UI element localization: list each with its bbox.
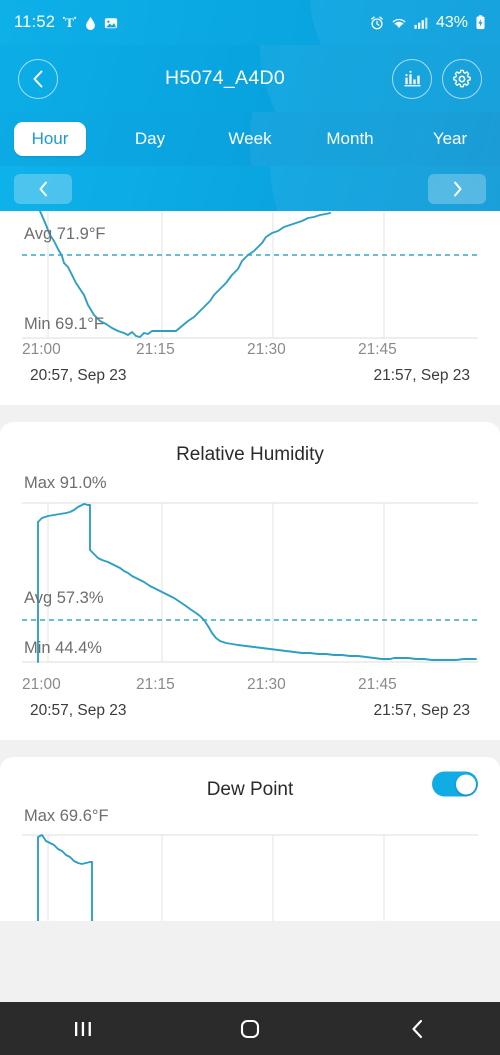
humidity-card-title: Relative Humidity [176, 444, 324, 465]
temperature-xtick-0: 21:00 [22, 341, 61, 358]
tab-week-label: Week [228, 129, 272, 148]
tab-day-label: Day [134, 129, 166, 148]
temperature-plot: Avg 71.9°F Min 69.1°F [0, 211, 500, 339]
tab-year-label: Year [432, 129, 468, 148]
card-gap-1 [0, 405, 500, 422]
temperature-range-end: 21:57, Sep 23 [373, 367, 470, 384]
header-actions [392, 58, 482, 99]
card-gap-2 [0, 740, 500, 757]
dew-point-line-chart [22, 834, 478, 922]
temperature-xtick-1: 21:15 [136, 341, 175, 358]
tab-day[interactable]: Day [100, 122, 200, 156]
humidity-x-axis: 21:00 21:15 21:30 21:45 [22, 674, 478, 700]
wifi-icon [391, 16, 407, 30]
tmobile-icon: T [62, 15, 77, 30]
dew-point-card-title: Dew Point [206, 779, 294, 800]
battery-charging-icon [475, 15, 486, 30]
app-header: H5074_A4D0 [0, 45, 500, 112]
dew-point-toggle-knob [455, 774, 476, 794]
battery-percent: 43% [435, 13, 468, 31]
humidity-title-row: Relative Humidity [0, 422, 500, 476]
page-title: H5074_A4D0 [164, 67, 286, 89]
temperature-min-label: Min 69.1°F [24, 315, 104, 333]
bar-chart-icon[interactable] [392, 58, 432, 99]
temperature-xtick-3: 21:45 [358, 341, 397, 358]
tab-year[interactable]: Year [400, 122, 500, 156]
next-period-button[interactable] [428, 173, 486, 204]
temperature-x-axis: 21:00 21:15 21:30 21:45 [22, 339, 478, 365]
tab-month-label: Month [326, 129, 374, 148]
back-icon[interactable] [372, 1002, 462, 1055]
humidity-xtick-1: 21:15 [136, 676, 175, 693]
date-navigation-bar [0, 166, 500, 211]
period-tab-bar: Hour Day Week Month Year [0, 112, 500, 166]
humidity-plot: Max 91.0% Avg 57.3% Min 44.4% [0, 474, 500, 674]
temperature-avg-label: Avg 71.9°F [24, 225, 106, 243]
status-bar-left: 11:52 T [14, 13, 118, 32]
humidity-range-start: 20:57, Sep 23 [30, 702, 127, 719]
status-bar: 11:52 T 43% [0, 0, 500, 45]
tab-hour-label: Hour [14, 122, 86, 156]
tab-month[interactable]: Month [300, 122, 400, 156]
dew-point-max-label: Max 69.6°F [24, 807, 109, 825]
dew-point-plot: Max 69.6°F [0, 807, 500, 922]
svg-text:T: T [65, 15, 74, 30]
humidity-xtick-2: 21:30 [247, 676, 286, 693]
previous-period-button[interactable] [14, 173, 72, 204]
droplet-icon [84, 16, 97, 30]
home-icon[interactable] [205, 1002, 295, 1055]
temperature-range-row: 20:57, Sep 23 21:57, Sep 23 [0, 365, 500, 405]
tab-hour[interactable]: Hour [0, 122, 100, 156]
gallery-icon [104, 16, 118, 30]
dew-point-title-row: Dew Point [0, 757, 500, 811]
back-button[interactable] [18, 58, 58, 99]
temperature-chart-card: Avg 71.9°F Min 69.1°F 21:00 21:15 21:30 … [0, 211, 500, 405]
temperature-range-start: 20:57, Sep 23 [30, 367, 127, 384]
dew-point-chart-card: Dew Point Max 69.6°F [0, 757, 500, 922]
recents-icon[interactable] [38, 1002, 128, 1055]
gear-icon[interactable] [442, 58, 482, 99]
humidity-range-end: 21:57, Sep 23 [373, 702, 470, 719]
temperature-xtick-2: 21:30 [247, 341, 286, 358]
humidity-max-label: Max 91.0% [24, 474, 107, 492]
humidity-xtick-3: 21:45 [358, 676, 397, 693]
status-time: 11:52 [14, 13, 56, 31]
humidity-avg-label: Avg 57.3% [24, 589, 104, 607]
dew-point-toggle[interactable] [432, 771, 478, 797]
android-nav-bar [0, 1002, 500, 1055]
tab-week[interactable]: Week [200, 122, 300, 156]
signal-icon [414, 16, 429, 30]
charts-scroll-area[interactable]: Avg 71.9°F Min 69.1°F 21:00 21:15 21:30 … [0, 211, 500, 1002]
humidity-xtick-0: 21:00 [22, 676, 61, 693]
alarm-icon [370, 16, 384, 30]
humidity-chart-card: Relative Humidity Max 91.0% Avg 57.3% Mi… [0, 422, 500, 740]
status-bar-right: 43% [370, 14, 486, 32]
humidity-min-label: Min 44.4% [24, 639, 102, 657]
humidity-range-row: 20:57, Sep 23 21:57, Sep 23 [0, 700, 500, 740]
